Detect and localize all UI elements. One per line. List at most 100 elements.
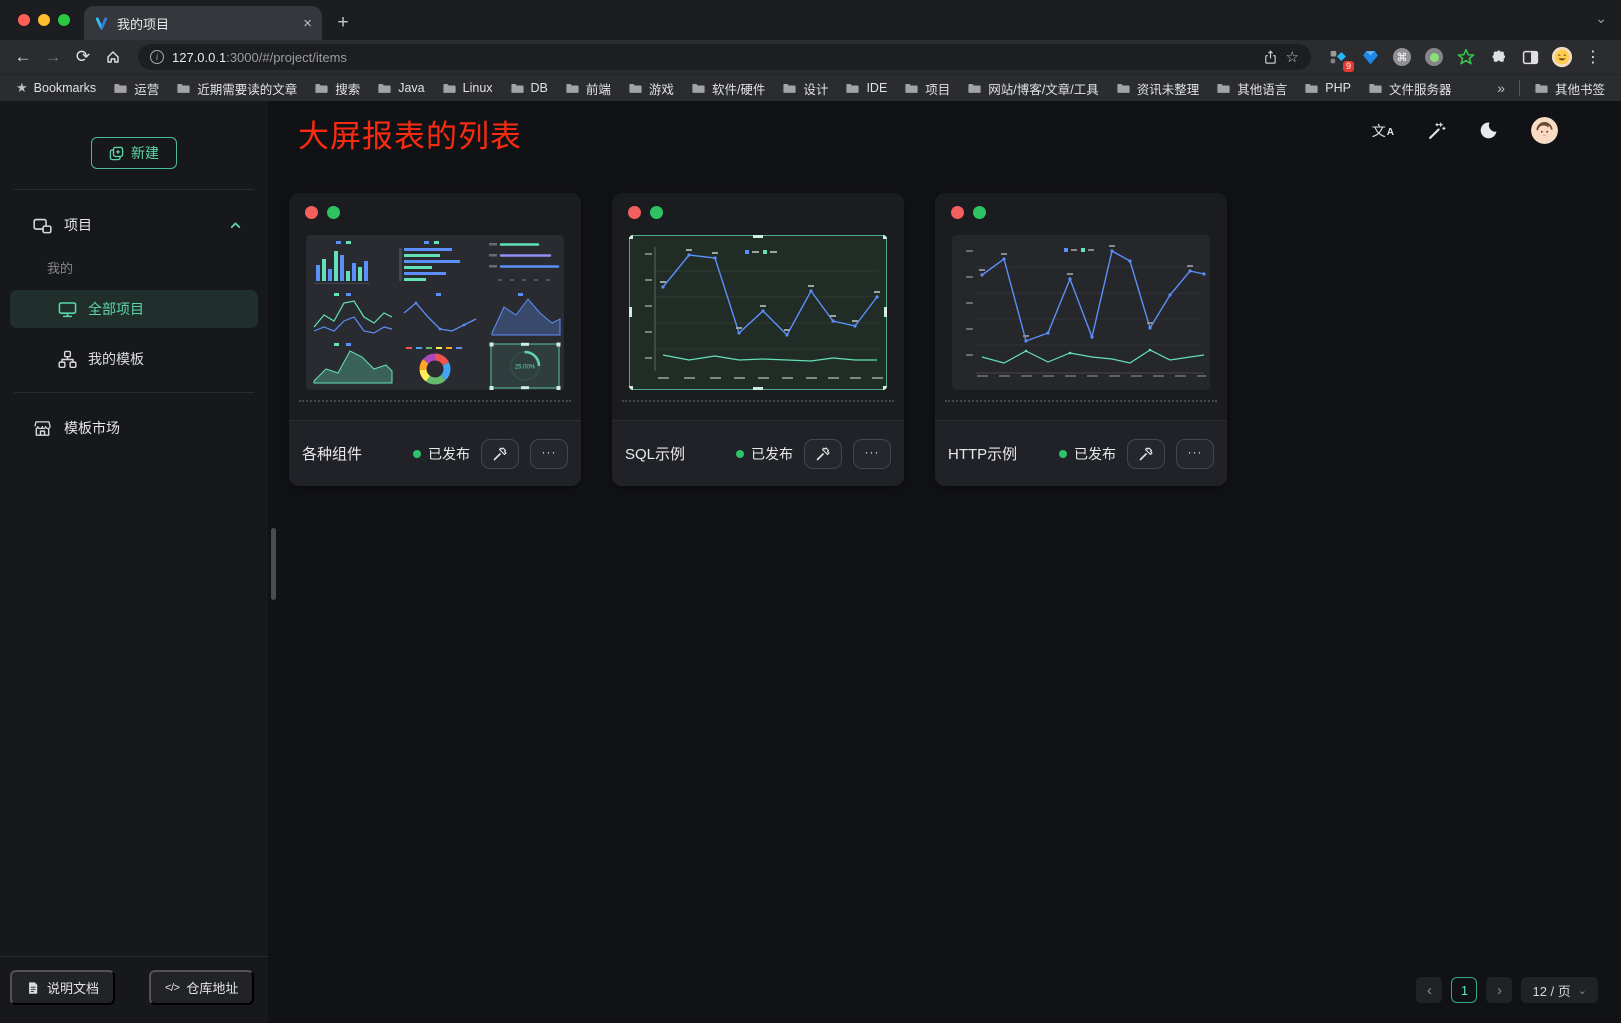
sidebar-item-template-market[interactable]: 模板市场: [0, 411, 268, 445]
current-page-button[interactable]: 1: [1451, 977, 1477, 1003]
translate-icon: 文: [1372, 121, 1386, 141]
site-info-icon[interactable]: i: [150, 50, 164, 64]
card-footer: SQL示例 已发布 ···: [612, 420, 904, 486]
thumbnail-line-chart-image: [629, 235, 887, 390]
card-thumbnail-line-chart-selected: [629, 235, 887, 390]
edit-project-button[interactable]: [1127, 439, 1165, 469]
green-star-icon: [1457, 48, 1475, 66]
extension-recorder[interactable]: [1423, 46, 1445, 68]
edit-project-button[interactable]: [481, 439, 519, 469]
edit-project-button[interactable]: [804, 439, 842, 469]
bookmark-folder[interactable]: 网站/博客/文章/工具: [967, 79, 1098, 98]
hammer-icon: [1138, 446, 1154, 462]
extension-grid-diamond[interactable]: 9: [1327, 46, 1349, 68]
project-card[interactable]: SQL示例 已发布 ···: [612, 193, 904, 486]
folder-icon: [565, 81, 580, 96]
minimize-window-button[interactable]: [38, 14, 50, 26]
close-window-button[interactable]: [18, 14, 30, 26]
project-card[interactable]: HTTP示例 已发布 ···: [935, 193, 1227, 486]
bookmark-folder[interactable]: 文件服务器: [1368, 79, 1452, 98]
tab-close-icon[interactable]: ×: [303, 16, 312, 31]
home-button[interactable]: [100, 44, 126, 70]
avatar-image: [1531, 117, 1558, 144]
profile-avatar[interactable]: [1551, 46, 1573, 68]
bookmark-folder[interactable]: 近期需要读的文章: [176, 79, 297, 98]
folder-icon: [1304, 81, 1319, 96]
address-bar[interactable]: i 127.0.0.1:3000/#/project/items ☆: [138, 44, 1311, 70]
more-actions-button[interactable]: ···: [853, 439, 891, 469]
share-button[interactable]: [1263, 50, 1278, 65]
home-icon: [105, 49, 121, 65]
new-tab-button[interactable]: +: [330, 10, 356, 36]
folder-icon: [113, 81, 128, 96]
docs-button[interactable]: 说明文档: [10, 970, 115, 1005]
card-dotted-separator: [622, 400, 894, 402]
repo-button[interactable]: </> 仓库地址: [149, 970, 254, 1005]
gem-icon: [1362, 49, 1379, 66]
more-icon: ···: [865, 445, 880, 459]
bookmark-folder[interactable]: 游戏: [628, 79, 674, 98]
extension-gem[interactable]: [1359, 46, 1381, 68]
bookmarks-manager[interactable]: ★Bookmarks: [16, 80, 96, 96]
other-bookmarks[interactable]: 其他书签: [1534, 79, 1605, 98]
sidebar-item-my-templates[interactable]: 我的模板: [10, 340, 258, 378]
back-button[interactable]: ←: [10, 44, 36, 70]
bookmark-folder[interactable]: 其他语言: [1216, 79, 1287, 98]
theme-wand-button[interactable]: [1427, 121, 1446, 140]
card-red-dot: [305, 206, 318, 219]
browser-tab[interactable]: 我的项目 ×: [84, 6, 322, 40]
new-project-button[interactable]: 新建: [91, 137, 177, 169]
browser-window: 我的项目 × + ⌄ ← → ⟳ i 127.0.0.1:3000/#/proj…: [0, 0, 1621, 1023]
card-red-dot: [951, 206, 964, 219]
zoom-window-button[interactable]: [58, 14, 70, 26]
bookmark-folder[interactable]: 搜索: [314, 79, 360, 98]
sidebar: 新建 项目 我的 全部项目: [0, 101, 268, 1023]
project-card[interactable]: 25.00% 各种组件 已发布: [289, 193, 581, 486]
card-red-dot: [628, 206, 641, 219]
bookmark-folder[interactable]: 运营: [113, 79, 159, 98]
page-size-select[interactable]: 12 / 页 ⌄: [1521, 977, 1598, 1003]
green-dot-icon: [1425, 48, 1443, 66]
tab-search-chevron-icon[interactable]: ⌄: [1595, 10, 1607, 27]
bookmarks-overflow-chevron[interactable]: »: [1497, 80, 1505, 96]
bookmark-folder[interactable]: 项目: [904, 79, 950, 98]
sidebar-group-project[interactable]: 项目: [0, 208, 268, 242]
bookmark-folder[interactable]: DB: [510, 81, 548, 96]
more-actions-button[interactable]: ···: [1176, 439, 1214, 469]
template-flow-icon: [58, 350, 77, 369]
next-page-button[interactable]: ›: [1486, 977, 1512, 1003]
more-icon: ···: [1188, 445, 1203, 459]
user-avatar[interactable]: [1531, 117, 1558, 144]
bookmark-folder[interactable]: 前端: [565, 79, 611, 98]
extension-green-star[interactable]: [1455, 46, 1477, 68]
bookmark-folder[interactable]: IDE: [845, 81, 887, 96]
scrollbar-thumb[interactable]: [271, 528, 276, 600]
sidebar-divider: [14, 392, 254, 393]
dark-mode-button[interactable]: [1479, 121, 1498, 140]
sidebar-item-all-projects[interactable]: 全部项目: [10, 290, 258, 328]
bookmark-folder[interactable]: PHP: [1304, 81, 1351, 96]
more-icon: ···: [542, 445, 557, 459]
extension-badge: 9: [1343, 61, 1354, 72]
more-actions-button[interactable]: ···: [530, 439, 568, 469]
card-name: 各种组件: [302, 443, 362, 464]
prev-page-button[interactable]: ‹: [1416, 977, 1442, 1003]
extensions-menu-button[interactable]: [1487, 46, 1509, 68]
side-panel-button[interactable]: [1519, 46, 1541, 68]
bookmark-folder[interactable]: 资讯未整理: [1116, 79, 1200, 98]
browser-menu-button[interactable]: ⋮: [1583, 47, 1607, 67]
star-icon: ★: [16, 80, 28, 96]
bookmark-folder[interactable]: 设计: [782, 79, 828, 98]
language-toggle-button[interactable]: 文 A: [1372, 121, 1394, 141]
extension-command[interactable]: ⌘: [1391, 46, 1413, 68]
bookmark-folder[interactable]: 软件/硬件: [691, 79, 765, 98]
bookmark-folder[interactable]: Linux: [442, 81, 493, 96]
reload-button[interactable]: ⟳: [70, 44, 96, 70]
side-panel-icon: [1522, 49, 1539, 66]
card-thumbnail-multi-widgets: 25.00%: [306, 235, 564, 390]
bookmark-folder[interactable]: Java: [377, 81, 424, 96]
bookmark-star-button[interactable]: ☆: [1286, 48, 1299, 66]
card-green-dot: [650, 206, 663, 219]
forward-button[interactable]: →: [40, 44, 66, 70]
code-icon: </>: [165, 982, 179, 994]
